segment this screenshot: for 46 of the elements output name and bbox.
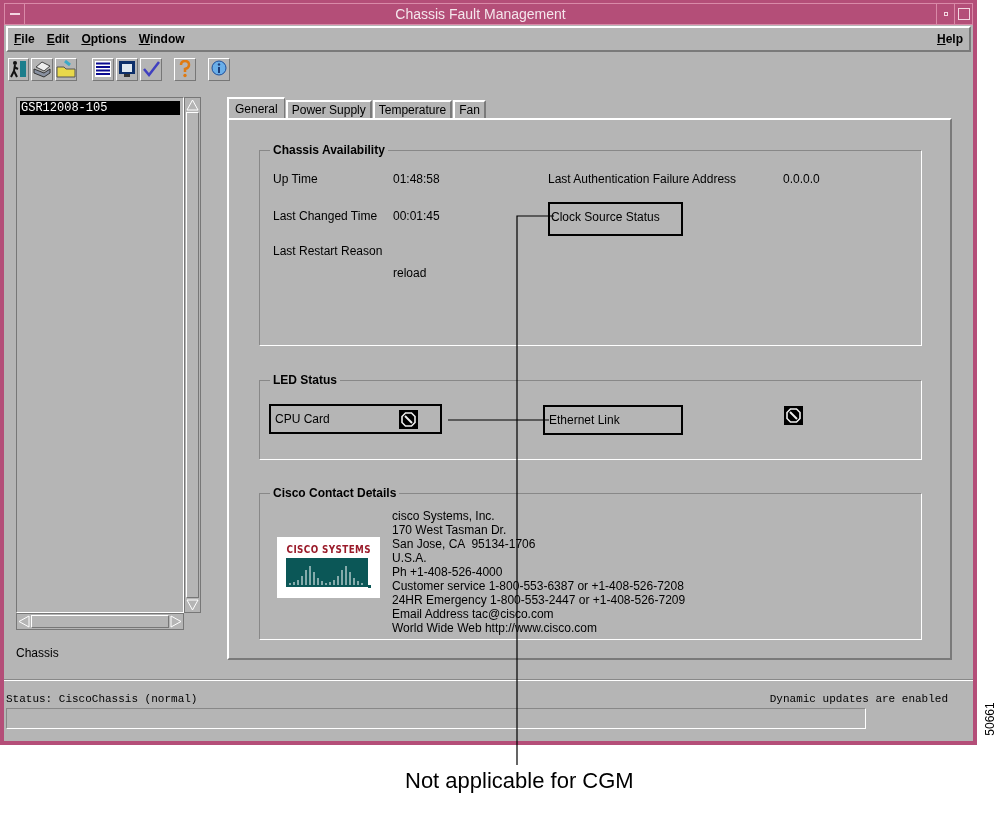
menu-item[interactable]: Edit	[46, 30, 70, 48]
contact-line: Ph +1-408-526-4000	[392, 565, 504, 579]
checkmark-icon[interactable]	[140, 57, 162, 81]
updates-status-text: Dynamic updates are enabled	[769, 692, 948, 706]
led-item: Ethernet Link	[543, 405, 683, 435]
led-item: CPU Card	[269, 404, 442, 434]
field-value: 00:01:45	[393, 209, 441, 223]
field-value: 01:48:58	[393, 172, 441, 186]
contact-line: cisco Systems, Inc.	[392, 509, 496, 523]
tree-item[interactable]: GSR12008-105	[20, 101, 180, 115]
contact-line: 170 West Tasman Dr.	[392, 523, 508, 537]
field-label: Up Time	[273, 172, 319, 186]
tab[interactable]: General	[227, 97, 285, 118]
tree-caption: Chassis	[16, 645, 60, 662]
field-label: Last Changed Time	[273, 209, 379, 223]
list-icon[interactable]	[92, 57, 114, 81]
group-title: Cisco Contact Details	[270, 486, 400, 500]
window-title: Chassis Fault Management	[394, 4, 567, 24]
field-value: reload	[393, 266, 428, 280]
prohibited-icon	[784, 406, 803, 425]
help-menu[interactable]: Help	[937, 30, 963, 48]
field-label: Clock Source Status	[548, 202, 683, 236]
callout-text: Not applicable for CGM	[405, 768, 634, 794]
tab[interactable]: Temperature	[372, 100, 453, 118]
contact-line: U.S.A.	[392, 551, 428, 565]
group-title: LED Status	[270, 373, 340, 387]
info-icon[interactable]	[208, 57, 230, 81]
menu-item[interactable]: File	[14, 30, 35, 48]
figure-number: 50661	[982, 702, 997, 736]
field-label: Last Authentication Failure Address	[548, 172, 738, 186]
prohibited-icon	[399, 409, 418, 429]
field-value: 0.0.0.0	[783, 172, 820, 186]
exit-icon[interactable]	[8, 57, 29, 81]
monitor-icon[interactable]	[116, 57, 138, 81]
field-label: Last Restart Reason	[273, 244, 384, 258]
group-title: Chassis Availability	[270, 143, 388, 157]
tab[interactable]: Power Supply	[285, 100, 372, 118]
menu-item[interactable]: Options	[81, 30, 127, 48]
help-icon[interactable]	[174, 57, 196, 81]
printer-icon[interactable]	[31, 57, 53, 81]
maximize-button[interactable]	[954, 4, 972, 24]
company-logo: CISCO SYSTEMS	[277, 537, 380, 598]
folder-icon[interactable]	[55, 57, 77, 81]
tab[interactable]: Fan	[453, 100, 486, 118]
status-text: Status: CiscoChassis (normal)	[6, 692, 198, 706]
menu-item[interactable]: Window	[138, 30, 185, 48]
